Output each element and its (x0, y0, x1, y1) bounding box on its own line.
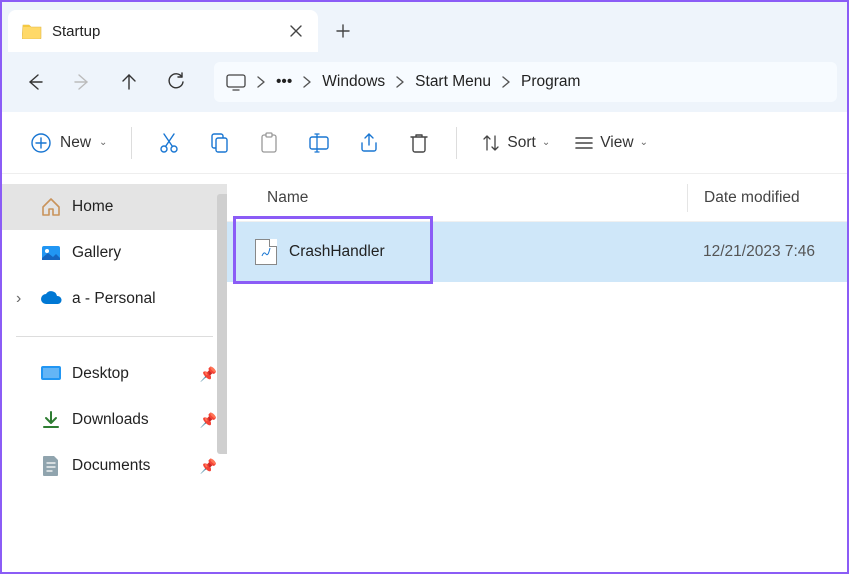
up-button[interactable] (106, 62, 151, 102)
share-button[interactable] (346, 123, 392, 163)
copy-button[interactable] (196, 123, 242, 163)
onedrive-icon (40, 288, 62, 310)
close-tab-button[interactable] (288, 23, 304, 39)
file-date: 12/21/2023 7:46 (687, 243, 815, 261)
sidebar-item-gallery[interactable]: Gallery (2, 230, 227, 276)
sidebar-item-label: a - Personal (72, 290, 156, 308)
chevron-right-icon[interactable] (302, 76, 312, 88)
chevron-down-icon: ⌄ (640, 137, 648, 148)
chevron-down-icon: ⌄ (542, 137, 550, 148)
new-button[interactable]: New ⌄ (20, 123, 117, 163)
cut-button[interactable] (146, 123, 192, 163)
sidebar-item-label: Documents (72, 457, 150, 475)
tab-title: Startup (52, 23, 278, 40)
back-button[interactable] (12, 62, 57, 102)
breadcrumb-item[interactable]: Program (517, 69, 584, 95)
paste-button[interactable] (246, 123, 292, 163)
sidebar-item-label: Downloads (72, 411, 149, 429)
breadcrumb-ellipsis[interactable]: ••• (272, 69, 296, 95)
pin-icon: 📌 (200, 366, 217, 383)
breadcrumb-item[interactable]: Windows (318, 69, 389, 95)
file-name: CrashHandler (289, 243, 385, 261)
desktop-icon (40, 363, 62, 385)
sidebar-item-documents[interactable]: Documents 📌 (2, 443, 227, 489)
refresh-button[interactable] (153, 62, 198, 102)
pc-icon (226, 73, 246, 91)
sidebar-item-desktop[interactable]: Desktop 📌 (2, 351, 227, 397)
gallery-icon (40, 242, 62, 264)
column-header-name[interactable]: Name (267, 189, 687, 207)
folder-icon (22, 23, 42, 39)
pin-icon: 📌 (200, 458, 217, 475)
column-header-date[interactable]: Date modified (687, 184, 847, 212)
forward-button[interactable] (59, 62, 104, 102)
sidebar-item-personal[interactable]: a - Personal (2, 276, 227, 322)
tab-startup[interactable]: Startup (8, 10, 318, 52)
breadcrumb-item[interactable]: Start Menu (411, 69, 495, 95)
chevron-right-icon[interactable] (501, 76, 511, 88)
downloads-icon (40, 409, 62, 431)
sidebar-item-label: Desktop (72, 365, 129, 383)
file-row[interactable]: CrashHandler 12/21/2023 7:46 (227, 222, 847, 282)
view-button[interactable]: View ⌄ (564, 123, 658, 163)
chevron-down-icon: ⌄ (99, 137, 107, 148)
new-tab-button[interactable] (318, 10, 368, 52)
home-icon (40, 196, 62, 218)
rename-button[interactable] (296, 123, 342, 163)
sidebar-item-downloads[interactable]: Downloads 📌 (2, 397, 227, 443)
documents-icon (40, 455, 62, 477)
sidebar-item-label: Gallery (72, 244, 121, 262)
delete-button[interactable] (396, 123, 442, 163)
chevron-right-icon[interactable] (256, 76, 266, 88)
sidebar: Home Gallery a - Personal Desktop (2, 174, 227, 572)
chevron-right-icon[interactable] (395, 76, 405, 88)
new-button-label: New (60, 134, 91, 152)
sidebar-item-label: Home (72, 198, 113, 216)
column-resize-handle[interactable]: ⌃ (532, 174, 541, 181)
file-icon (255, 239, 277, 265)
view-button-label: View (600, 134, 633, 152)
sort-button-label: Sort (507, 134, 535, 152)
sidebar-item-home[interactable]: Home (2, 184, 227, 230)
sort-button[interactable]: Sort ⌄ (471, 123, 560, 163)
breadcrumb[interactable]: ••• Windows Start Menu Program (214, 62, 837, 102)
pin-icon: 📌 (200, 412, 217, 429)
